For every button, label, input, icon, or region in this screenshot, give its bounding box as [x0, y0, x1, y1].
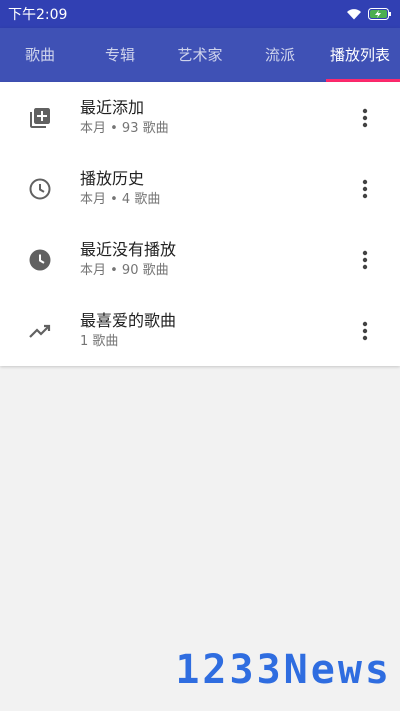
clock-filled-icon: [29, 249, 51, 270]
playlist-title: 最喜爱的歌曲: [80, 310, 177, 330]
watermark-logo: 1233News: [175, 647, 392, 693]
list-item[interactable]: 最近添加 本月 • 93 歌曲: [0, 82, 400, 153]
more-vert-icon: [362, 250, 368, 269]
tab-bar: 歌曲 专辑 艺术家 流派 播放列表: [0, 28, 400, 82]
tab-genres[interactable]: 流派: [240, 28, 320, 82]
more-options-button[interactable]: [330, 224, 400, 295]
status-time: 下午2:09: [8, 7, 68, 23]
playlist-subtitle: 本月 • 93 歌曲: [80, 120, 169, 136]
playlist-list: 最近添加 本月 • 93 歌曲 播放历史 本月 • 4 歌曲 最近没有播放 本月…: [0, 82, 400, 366]
more-vert-icon: [362, 321, 368, 340]
more-options-button[interactable]: [330, 82, 400, 153]
playlist-title: 最近添加: [80, 97, 145, 117]
playlist-subtitle: 本月 • 90 歌曲: [80, 262, 169, 278]
history-clock-icon: [29, 178, 51, 199]
status-bar: 下午2:09: [0, 0, 400, 28]
playlist-title: 最近没有播放: [80, 239, 177, 259]
tab-albums[interactable]: 专辑: [80, 28, 160, 82]
more-vert-icon: [362, 179, 368, 198]
more-options-button[interactable]: [330, 153, 400, 224]
playlist-subtitle: 本月 • 4 歌曲: [80, 191, 161, 207]
list-item[interactable]: 播放历史 本月 • 4 歌曲: [0, 153, 400, 224]
more-options-button[interactable]: [330, 295, 400, 366]
list-item[interactable]: 最近没有播放 本月 • 90 歌曲: [0, 224, 400, 295]
battery-charging-icon: [368, 8, 391, 20]
trending-up-icon: [29, 324, 51, 338]
tab-artists[interactable]: 艺术家: [160, 28, 240, 82]
playlist-subtitle: 1 歌曲: [80, 333, 119, 349]
playlist-title: 播放历史: [80, 168, 145, 188]
list-item[interactable]: 最喜爱的歌曲 1 歌曲: [0, 295, 400, 366]
tab-playlists[interactable]: 播放列表: [320, 28, 400, 82]
status-icons: [346, 8, 392, 20]
wifi-icon: [347, 9, 361, 20]
more-vert-icon: [362, 108, 368, 127]
tab-songs[interactable]: 歌曲: [0, 28, 80, 82]
playlist-add-icon: [30, 107, 50, 128]
